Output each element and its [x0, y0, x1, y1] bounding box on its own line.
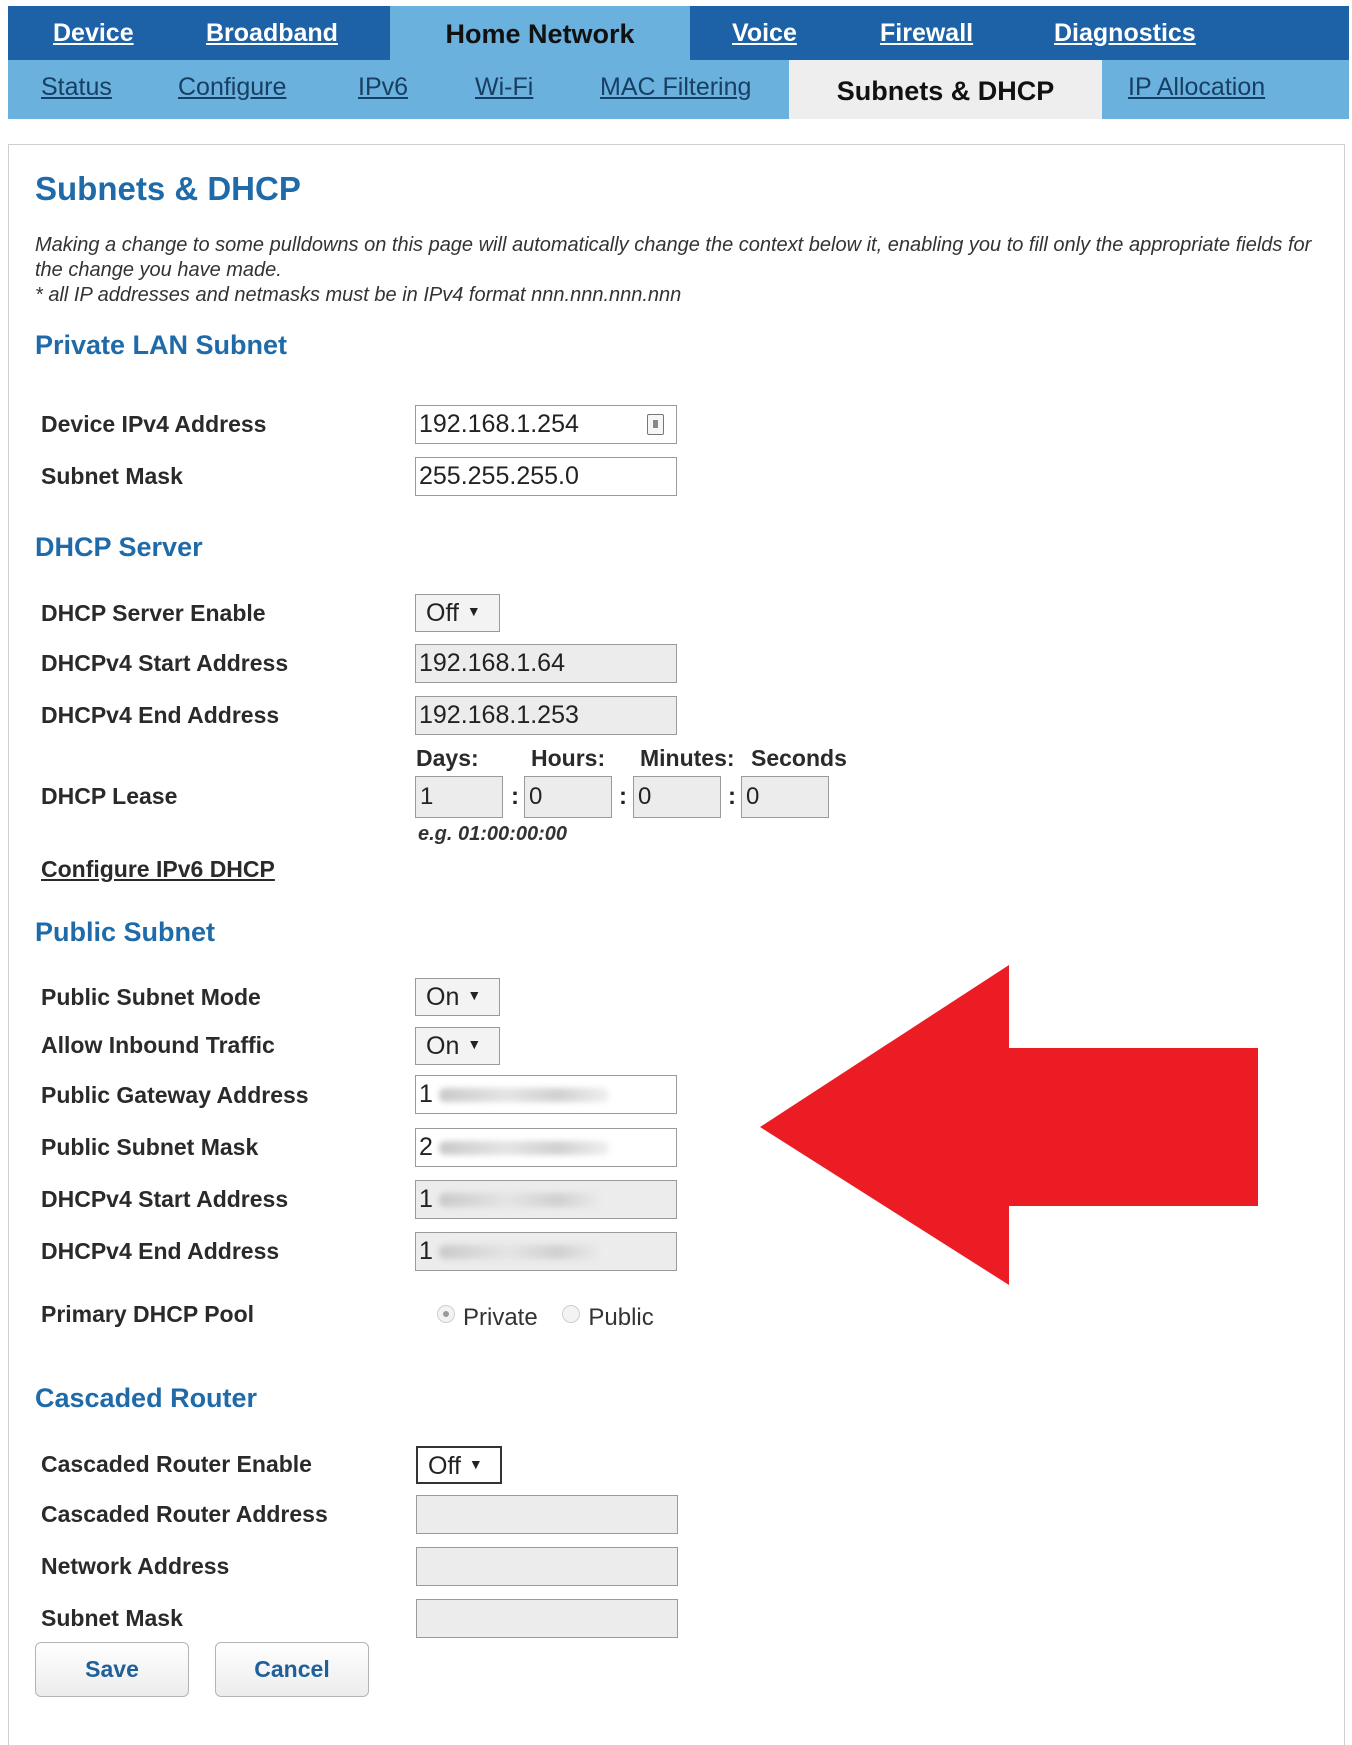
public-mode-label: Public Subnet Mode — [41, 984, 261, 1010]
subtab-ipv6[interactable]: IPv6 — [358, 60, 408, 119]
lease-minutes-field[interactable]: 0 — [633, 776, 721, 818]
cascaded-enable-select[interactable]: Off ▼ — [416, 1446, 502, 1484]
lease-seconds-header: Seconds — [751, 745, 847, 771]
configure-ipv6-dhcp-link[interactable]: Configure IPv6 DHCP — [41, 856, 275, 883]
section-dhcp-server: DHCP Server — [35, 532, 203, 562]
dhcp-start-label: DHCPv4 Start Address — [41, 650, 289, 676]
public-dhcp-end-field[interactable]: 1 — [415, 1232, 677, 1271]
lease-minutes-header: Minutes: — [640, 745, 735, 771]
device-ipv4-label: Device IPv4 Address — [41, 411, 267, 437]
public-mask-value: 2 — [419, 1133, 433, 1161]
intro-line-2: * all IP addresses and netmasks must be … — [35, 284, 682, 306]
subtab-wifi[interactable]: Wi-Fi — [475, 60, 533, 119]
chevron-down-icon: ▼ — [467, 987, 482, 1003]
public-gateway-label: Public Gateway Address — [41, 1082, 309, 1108]
dhcp-enable-value: Off — [426, 599, 459, 627]
dhcp-start-field[interactable]: 192.168.1.64 — [415, 644, 677, 683]
tab-diagnostics[interactable]: Diagnostics — [1054, 6, 1196, 60]
public-mode-select[interactable]: On ▼ — [415, 978, 500, 1016]
intro-text: Making a change to some pulldowns on thi… — [35, 233, 1325, 308]
arrow-shape — [760, 965, 1258, 1285]
inbound-traffic-label: Allow Inbound Traffic — [41, 1032, 275, 1058]
lease-colon: : — [619, 783, 627, 810]
subtab-mac-filtering[interactable]: MAC Filtering — [600, 60, 751, 119]
redacted-blur — [438, 1088, 609, 1103]
cascaded-mask-field[interactable] — [416, 1599, 678, 1638]
cascaded-address-field[interactable] — [416, 1495, 678, 1534]
dhcp-enable-select[interactable]: Off ▼ — [415, 594, 500, 632]
inbound-traffic-value: On — [426, 1032, 460, 1060]
device-ipv4-value: 192.168.1.254 — [419, 410, 579, 438]
subtab-ip-allocation[interactable]: IP Allocation — [1128, 60, 1265, 119]
network-address-field[interactable] — [416, 1547, 678, 1586]
red-arrow-annotation — [760, 965, 1258, 1285]
section-private-lan: Private LAN Subnet — [35, 330, 288, 360]
lease-days-header: Days: — [416, 745, 479, 771]
public-mask-field[interactable]: 2 — [415, 1128, 677, 1167]
page-title: Subnets & DHCP — [35, 170, 301, 207]
cascaded-mask-label: Subnet Mask — [41, 1605, 183, 1631]
dhcp-end-field[interactable]: 192.168.1.253 — [415, 696, 677, 735]
lease-colon: : — [511, 783, 519, 810]
cancel-button[interactable]: Cancel — [215, 1642, 369, 1697]
chevron-down-icon: ▼ — [466, 603, 481, 619]
redacted-blur — [438, 1193, 609, 1208]
lease-hours-header: Hours: — [531, 745, 606, 771]
tab-voice[interactable]: Voice — [732, 6, 797, 60]
subtab-configure[interactable]: Configure — [178, 60, 286, 119]
lease-example: e.g. 01:00:00:00 — [418, 823, 567, 845]
radio-private-label: Private — [463, 1304, 538, 1331]
tab-broadband[interactable]: Broadband — [206, 6, 338, 60]
main-nav-bar: Device Broadband Home Network Voice Fire… — [8, 6, 1349, 60]
public-mask-label: Public Subnet Mask — [41, 1134, 259, 1160]
dhcp-pool-radio-group: Private Public — [437, 1304, 654, 1332]
cascaded-address-label: Cascaded Router Address — [41, 1501, 328, 1527]
device-ipv4-field[interactable]: 192.168.1.254 — [415, 405, 677, 444]
lease-days-field[interactable]: 1 — [415, 776, 503, 818]
lease-colon: : — [728, 783, 736, 810]
section-public-subnet: Public Subnet — [35, 917, 216, 947]
subnet-mask-label: Subnet Mask — [41, 463, 183, 489]
redacted-blur — [438, 1141, 609, 1156]
radio-public-label: Public — [588, 1304, 654, 1331]
intro-line-1: Making a change to some pulldowns on thi… — [35, 234, 1312, 281]
public-dhcp-end-value: 1 — [419, 1237, 433, 1265]
section-cascaded-router: Cascaded Router — [35, 1383, 258, 1413]
public-mode-value: On — [426, 983, 460, 1011]
public-dhcp-start-field[interactable]: 1 — [415, 1180, 677, 1219]
cascaded-enable-label: Cascaded Router Enable — [41, 1451, 312, 1477]
sub-nav-bar: Status Configure IPv6 Wi-Fi MAC Filterin… — [8, 60, 1349, 119]
subtab-subnets-dhcp[interactable]: Subnets & DHCP — [789, 60, 1102, 119]
dhcp-end-label: DHCPv4 End Address — [41, 702, 280, 728]
radio-public[interactable] — [562, 1304, 581, 1323]
public-dhcp-start-label: DHCPv4 Start Address — [41, 1186, 289, 1212]
dhcp-pool-label: Primary DHCP Pool — [41, 1301, 255, 1327]
cascaded-enable-value: Off — [428, 1452, 461, 1480]
chevron-down-icon: ▼ — [468, 1456, 483, 1472]
tab-device[interactable]: Device — [53, 6, 134, 60]
radio-private[interactable] — [437, 1304, 455, 1323]
subnet-mask-field[interactable]: 255.255.255.0 — [415, 457, 677, 496]
lease-hours-field[interactable]: 0 — [524, 776, 612, 818]
redacted-blur — [438, 1245, 609, 1260]
save-button[interactable]: Save — [35, 1642, 189, 1697]
tab-firewall[interactable]: Firewall — [880, 6, 973, 60]
public-dhcp-end-label: DHCPv4 End Address — [41, 1238, 280, 1264]
dhcp-enable-label: DHCP Server Enable — [41, 600, 266, 626]
public-gateway-field[interactable]: 1 — [415, 1075, 677, 1114]
public-dhcp-start-value: 1 — [419, 1185, 433, 1213]
dhcp-lease-label: DHCP Lease — [41, 783, 178, 809]
tab-home-network[interactable]: Home Network — [390, 6, 690, 60]
network-address-label: Network Address — [41, 1553, 230, 1579]
subtab-status[interactable]: Status — [41, 60, 112, 119]
lease-seconds-field[interactable]: 0 — [741, 776, 829, 818]
chevron-down-icon: ▼ — [467, 1036, 482, 1052]
public-gateway-value: 1 — [419, 1080, 433, 1108]
key-icon[interactable] — [647, 414, 664, 435]
inbound-traffic-select[interactable]: On ▼ — [415, 1027, 500, 1065]
